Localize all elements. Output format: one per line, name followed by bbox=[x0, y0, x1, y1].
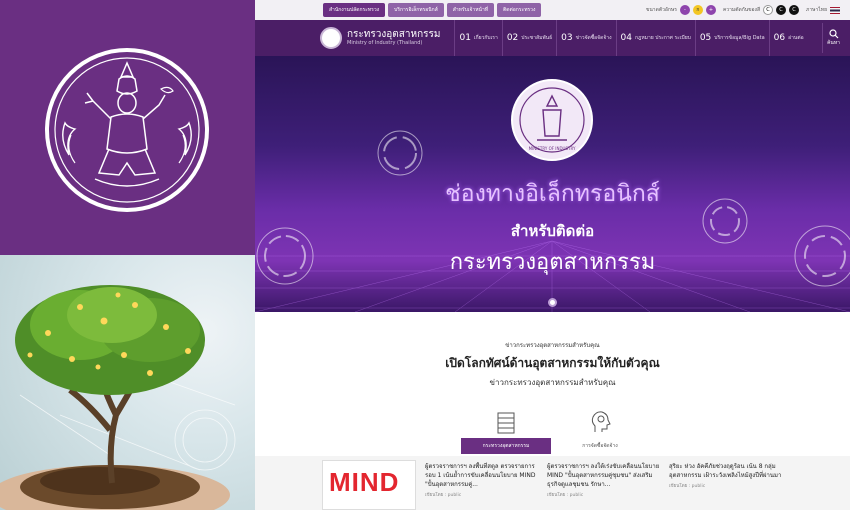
search-label: ค้นหา bbox=[827, 40, 840, 46]
contrast-dark-button[interactable]: C bbox=[776, 5, 787, 15]
top-tab-permanent-secretary[interactable]: สำนักงานปลัดกระทรวง bbox=[323, 3, 386, 17]
news-card-author: เขียนโดย : public bbox=[547, 493, 584, 498]
ministry-emblem-panel bbox=[0, 0, 255, 255]
search-icon bbox=[828, 29, 838, 39]
nav-item-big-data[interactable]: 05 บริการข้อมูล/Big Data bbox=[694, 20, 769, 56]
head-gear-icon bbox=[591, 411, 611, 432]
news-subheadline: ข่าวกระทรวงอุตสาหกรรมสำหรับคุณ bbox=[489, 378, 616, 387]
site-brand[interactable]: กระทรวงอุตสาหกรรม Ministry of Industry (… bbox=[320, 27, 440, 49]
font-decrease-button[interactable]: - bbox=[679, 5, 690, 15]
nav-label: ประชาสัมพันธ์ bbox=[521, 35, 553, 41]
news-card-title[interactable]: ผู้ตรวจราชการฯ ลงใต้เร่งขับเคลื่อนนโยบาย… bbox=[547, 462, 665, 489]
nav-label: บริการข้อมูล/Big Data bbox=[714, 35, 765, 41]
language-label[interactable]: ภาษาไทย bbox=[806, 6, 827, 14]
ministry-emblem-icon bbox=[45, 48, 209, 212]
mind-logo-text: MIND bbox=[329, 467, 400, 497]
tab-label: การจัดซื้อจัดจ้าง bbox=[582, 443, 618, 449]
tab-ministry-news[interactable]: กระทรวงอุตสาหกรรม bbox=[461, 408, 551, 456]
font-size-label: ขนาดตัวอักษร bbox=[645, 7, 677, 13]
nav-item-procurement[interactable]: 03 ข่าวจัดซื้อจัดจ้าง bbox=[556, 20, 615, 56]
tree-growth-image bbox=[0, 255, 255, 510]
building-icon bbox=[497, 412, 515, 434]
hero-title: ช่องทางอิเล็กทรอนิกส์ bbox=[445, 181, 660, 207]
news-card-title[interactable]: สุริยะ ห่วง อัคคีภัยช่วงฤดูร้อน เน้น 8 ก… bbox=[669, 462, 787, 480]
nav-label: ข่าวจัดซื้อจัดจ้าง bbox=[575, 35, 612, 41]
font-increase-button[interactable]: + bbox=[705, 5, 716, 15]
news-cards: MIND ผู้ตรวจราชการฯ ลงพื้นที่สตูล ตรวจรา… bbox=[255, 456, 850, 510]
nav-menu: 01 เกี่ยวกับเรา 02 ประชาสัมพันธ์ 03 ข่าว… bbox=[454, 20, 807, 56]
hero-subtitle: สำหรับติดต่อ bbox=[510, 222, 595, 240]
nav-number: 06 bbox=[773, 33, 786, 43]
font-normal-button[interactable]: ก bbox=[692, 5, 703, 15]
tree-icon bbox=[0, 285, 236, 510]
accessibility-controls: ขนาดตัวอักษร - ก + ความตัดกันของสี C C C… bbox=[646, 0, 840, 20]
news-card-title[interactable]: ผู้ตรวจราชการฯ ลงพื้นที่สตูล ตรวจรายการร… bbox=[425, 462, 543, 489]
nav-label: เกี่ยวกับเรา bbox=[473, 35, 498, 41]
tab-label: กระทรวงอุตสาหกรรม bbox=[461, 438, 551, 454]
nav-number: 01 bbox=[459, 33, 471, 43]
left-decorative-column bbox=[0, 0, 255, 510]
thai-flag-icon[interactable] bbox=[830, 6, 840, 14]
nav-item-laws[interactable]: 04 กฎหมาย ประกาศ ระเบียบ bbox=[615, 20, 695, 56]
tab-procurement[interactable]: การจัดซื้อจัดจ้าง bbox=[555, 408, 645, 456]
nav-label: กฎหมาย ประกาศ ระเบียบ bbox=[635, 35, 691, 41]
news-section: ข่าวกระทรวงอุตสาหกรรมสำหรับคุณ เปิดโลกทั… bbox=[255, 312, 850, 510]
contrast-label: ความตัดกันของสี bbox=[722, 7, 761, 13]
news-card[interactable]: สุริยะ ห่วง อัคคีภัยช่วงฤดูร้อน เน้น 8 ก… bbox=[669, 462, 787, 489]
news-headline: เปิดโลกทัศน์ด้านอุตสาหกรรมให้กับตัวคุณ bbox=[445, 356, 660, 370]
news-card[interactable]: ผู้ตรวจราชการฯ ลงใต้เร่งขับเคลื่อนนโยบาย… bbox=[547, 462, 665, 498]
search-button[interactable]: ค้นหา bbox=[822, 23, 844, 53]
news-card[interactable]: ผู้ตรวจราชการฯ ลงพื้นที่สตูล ตรวจรายการร… bbox=[425, 462, 543, 498]
nav-number: 04 bbox=[620, 33, 632, 43]
nav-number: 03 bbox=[561, 33, 573, 43]
nav-item-public-relations[interactable]: 02 ประชาสัมพันธ์ bbox=[501, 20, 556, 56]
news-card-author: เขียนโดย : public bbox=[425, 493, 462, 498]
top-utility-bar: สำนักงานปลัดกระทรวง บริการอิเล็กทรอนิกส์… bbox=[255, 0, 850, 20]
top-tab-staff[interactable]: สำหรับเจ้าหน้าที่ bbox=[446, 3, 495, 17]
news-card-author: เขียนโดย : public bbox=[669, 484, 706, 489]
nav-item-read-more[interactable]: 06 อ่านต่อ bbox=[768, 20, 808, 56]
news-section-label: ข่าวกระทรวงอุตสาหกรรมสำหรับคุณ bbox=[505, 342, 600, 349]
brand-name-thai: กระทรวงอุตสาหกรรม bbox=[347, 29, 441, 40]
contrast-high-button[interactable]: C bbox=[789, 5, 800, 15]
nav-label: อ่านต่อ bbox=[788, 35, 804, 41]
ministry-logo-icon bbox=[320, 27, 342, 49]
emblem-caption: MINISTRY OF INDUSTRY bbox=[528, 146, 576, 151]
nav-item-about[interactable]: 01 เกี่ยวกับเรา bbox=[454, 20, 501, 56]
main-navigation: กระทรวงอุตสาหกรรม Ministry of Industry (… bbox=[255, 20, 850, 56]
contrast-normal-button[interactable]: C bbox=[763, 5, 774, 15]
nav-number: 05 bbox=[699, 33, 712, 43]
ministry-website: สำนักงานปลัดกระทรวง บริการอิเล็กทรอนิกส์… bbox=[255, 0, 850, 510]
top-tab-contact[interactable]: ติดต่อกระทรวง bbox=[497, 3, 542, 17]
top-tab-e-services[interactable]: บริการอิเล็กทรอนิกส์ bbox=[388, 3, 444, 17]
hero-banner: MINISTRY OF INDUSTRY ช่องทางอิเล็กทรอนิก… bbox=[255, 56, 850, 312]
brand-name-english: Ministry of Industry (Thailand) bbox=[347, 40, 423, 46]
news-thumbnail[interactable]: MIND bbox=[322, 460, 416, 510]
nav-number: 02 bbox=[506, 33, 519, 43]
carousel-indicator[interactable] bbox=[548, 298, 557, 307]
hero-ministry-name: กระทรวงอุตสาหกรรม bbox=[449, 250, 656, 275]
